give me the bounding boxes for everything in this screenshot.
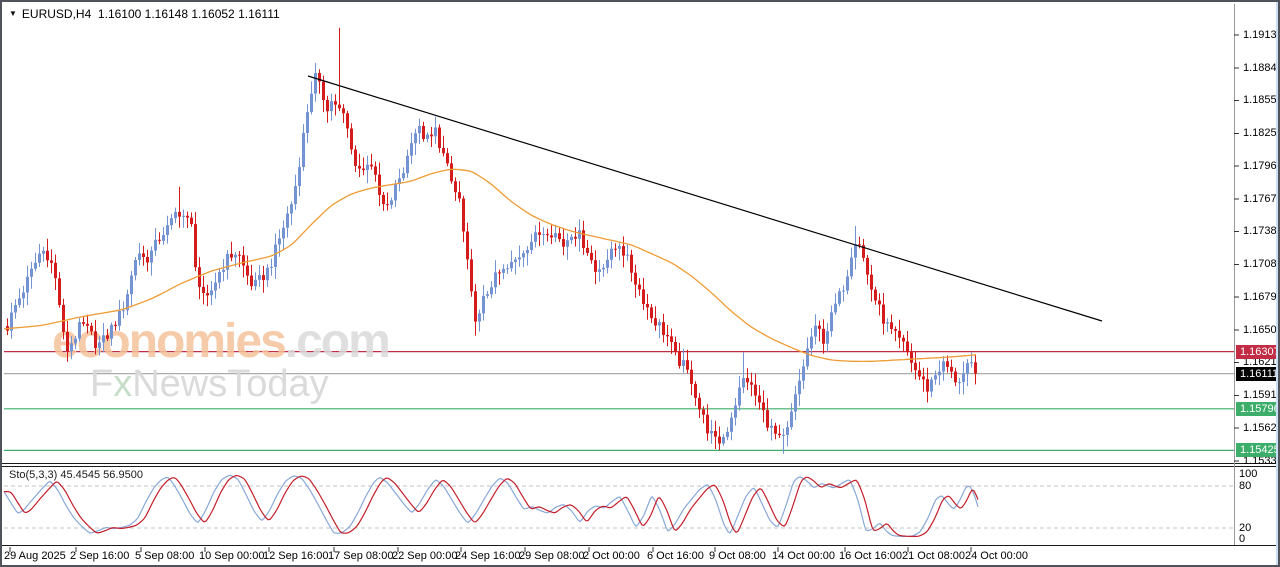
resistance-line-price-label: 1.16307 <box>1236 344 1278 359</box>
price-axis: 1.19135 1.18840 1.18550 1.18255 1.17965 1.176… <box>1234 2 1280 565</box>
chart-title-text: EURUSD,H4 1.16100 1.16148 1.16052 1.1611… <box>21 7 280 21</box>
time-axis: 29 Aug 2025 2 Sep 16:00 5 Sep 08:00 10 Sep … <box>2 550 1278 565</box>
window-right-edge <box>1276 2 1278 565</box>
date-label: 12 Sep 16:00 <box>263 550 329 562</box>
price-tick-label: 1.17965 <box>1243 159 1280 172</box>
date-label: 29 Aug 2025 <box>4 550 66 562</box>
price-tick-label: 1.17380 <box>1243 225 1280 237</box>
date-label: 24 Oct 00:00 <box>965 550 1028 562</box>
price-tick-label: 1.15625 <box>1243 421 1280 434</box>
indicator-label: Sto(5,3,3) 45.4545 56.9500 <box>9 469 143 481</box>
chart-title: ▼ EURUSD,H4 1.16100 1.16148 1.16052 1.161… <box>9 7 280 21</box>
date-label: 21 Oct 08:00 <box>902 550 965 562</box>
price-tick-label: 1.16795 <box>1243 290 1280 303</box>
date-label: 2 Oct 00:00 <box>583 550 640 562</box>
date-label: 6 Oct 16:00 <box>647 550 704 562</box>
date-label: 5 Sep 08:00 <box>135 550 195 562</box>
date-label: 10 Sep 00:00 <box>199 550 265 562</box>
price-tick-label: 1.17670 <box>1243 192 1280 205</box>
price-tick-label: 1.19135 <box>1243 28 1280 41</box>
date-label: 24 Sep 16:00 <box>455 550 521 562</box>
date-label: 14 Oct 00:00 <box>772 550 835 562</box>
price-tick-label: 1.18550 <box>1243 94 1280 106</box>
price-tick-label: 1.16500 <box>1243 323 1280 336</box>
date-label: 17 Sep 08:00 <box>328 550 394 562</box>
symbol-dropdown-icon[interactable]: ▼ <box>9 9 17 18</box>
moving-average-line[interactable] <box>3 168 977 363</box>
support-line-1-price-label: 1.15796 <box>1236 401 1278 416</box>
date-label: 29 Sep 08:00 <box>519 550 585 562</box>
date-label: 2 Sep 16:00 <box>70 550 130 562</box>
date-label: 16 Oct 16:00 <box>839 550 902 562</box>
price-tick-label: 1.15915 <box>1243 389 1280 401</box>
candles-group <box>6 27 977 454</box>
stochastic-d-line <box>4 474 979 538</box>
descending-trendline[interactable] <box>307 75 1103 322</box>
date-label: 9 Oct 08:00 <box>709 550 766 562</box>
price-tick-label: 1.17085 <box>1243 258 1280 270</box>
price-tick-label: 1.18840 <box>1243 61 1280 74</box>
date-label: 22 Sep 00:00 <box>392 550 458 562</box>
price-tick-label: 1.18255 <box>1243 127 1280 139</box>
current-price-line-price-label: 1.16111 <box>1236 366 1278 381</box>
chart-canvas[interactable] <box>2 2 1280 567</box>
support-line-2-price-label: 1.15425 <box>1236 443 1278 458</box>
mt4-chart-window: economies.com FxNewsToday ▼ EURUSD,H4 1.1… <box>0 0 1280 567</box>
